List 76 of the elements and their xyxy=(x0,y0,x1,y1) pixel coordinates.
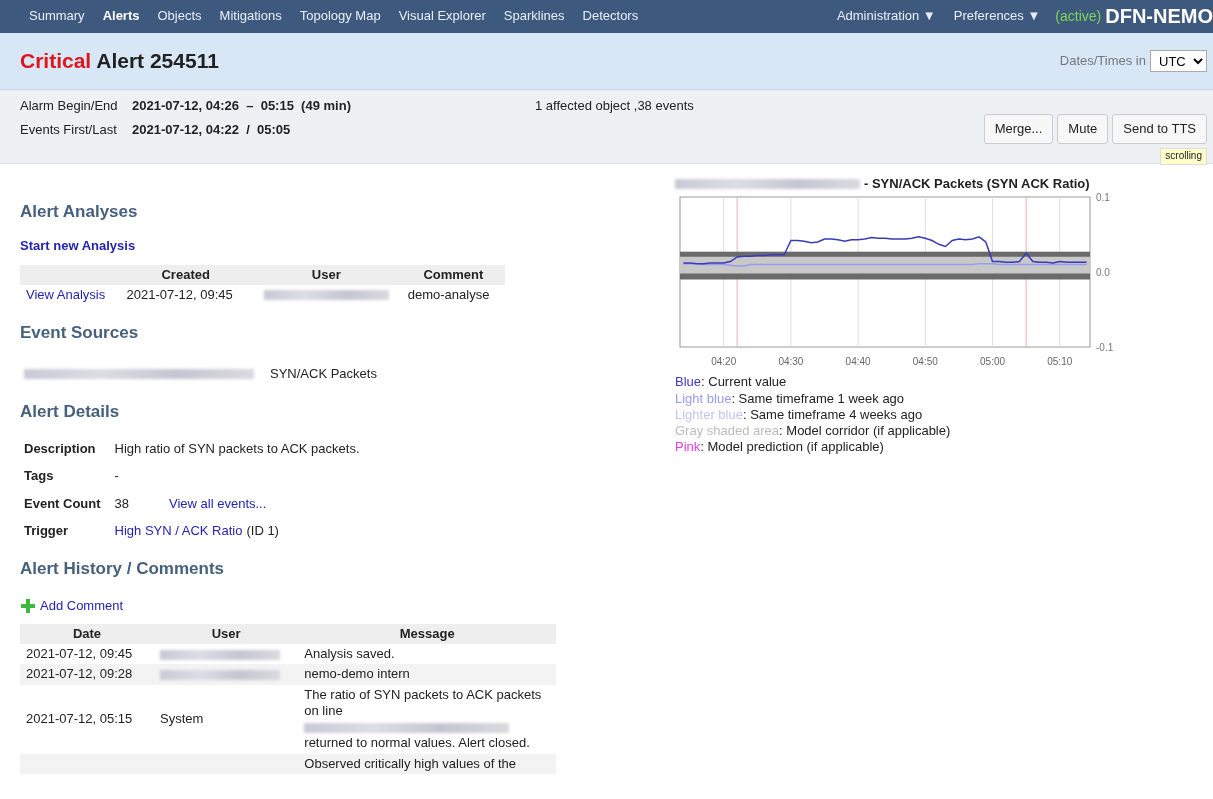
legend-text: : Model prediction (if applicable) xyxy=(700,439,884,455)
column-header: User xyxy=(211,625,241,641)
summary-text: 1 affected object ,38 events xyxy=(535,98,694,113)
field-label: Alarm Begin/End xyxy=(20,98,119,115)
axis-label: 0.1 xyxy=(1096,192,1110,204)
axis-label: 05:00 xyxy=(980,356,1006,368)
brand-logo: DFN-NEMO xyxy=(1105,4,1213,29)
field-value: 2021-07-12, 04:22 / 05:05 xyxy=(132,122,291,138)
table-cell: 2021-07-12, 09:28 xyxy=(20,664,154,685)
nav-menu[interactable]: Preferences ▼ xyxy=(944,8,1050,25)
section-heading: Event Sources xyxy=(20,323,140,344)
field-value: 38 xyxy=(114,495,130,512)
legend-text: : Current value xyxy=(701,374,787,390)
section-heading: Alert Analyses xyxy=(20,202,139,223)
nav-menu[interactable]: Administration ▼ xyxy=(827,8,945,25)
field-label: Event Count xyxy=(24,495,101,511)
action-button[interactable]: Send to TTS xyxy=(1112,114,1207,145)
field-label: Events First/Last xyxy=(20,122,118,139)
tooltip: scrolling xyxy=(1160,148,1207,165)
axis-label: 04:30 xyxy=(778,356,804,368)
legend-text: : Same timeframe 4 weeks ago xyxy=(742,406,923,422)
legend-text: : Model corridor (if applicable) xyxy=(779,423,951,438)
trigger-link[interactable]: High SYN / ACK Ratio xyxy=(114,522,243,540)
nav-tab[interactable]: Mitigations xyxy=(210,8,291,25)
field-label: Tags xyxy=(24,468,54,484)
message-text: The ratio of SYN packets to ACK packets on line xyxy=(304,686,543,720)
message-text: nemo-demo intern xyxy=(304,666,411,683)
message-text: Observed critically high values of the xyxy=(304,755,517,772)
nav-tab[interactable]: Objects xyxy=(148,8,211,25)
field-label: Description xyxy=(24,441,96,457)
axis-label: 05:10 xyxy=(1047,356,1073,368)
plus-icon xyxy=(20,597,36,614)
start-analysis-link[interactable]: Start new Analysis xyxy=(20,238,136,255)
nav-tab[interactable]: Topology Map xyxy=(290,8,390,25)
section-heading: Alert History / Comments xyxy=(20,559,226,580)
field-value: High ratio of SYN packets to ACK packets. xyxy=(114,441,360,458)
column-header: Comment xyxy=(423,266,484,282)
page-title: Critical Alert 254511 xyxy=(20,48,220,74)
timezone-select[interactable]: UTC xyxy=(1150,50,1207,72)
nav-tab[interactable]: Detectors xyxy=(573,8,648,25)
field-value: 2021-07-12, 04:26 – 05:15 (49 min) xyxy=(132,98,351,113)
axis-label: -0.1 xyxy=(1096,342,1114,354)
event-source-name: SYN/ACK Packets xyxy=(270,365,377,382)
legend-text: : Same timeframe 1 week ago xyxy=(731,390,905,406)
view-events-link[interactable]: View all events... xyxy=(169,495,267,512)
nav-tab[interactable]: Alerts xyxy=(93,8,149,25)
table-cell: 2021-07-12, 05:15 xyxy=(20,684,154,754)
add-comment-link[interactable]: Add Comment xyxy=(20,597,124,614)
timezone-label: Dates/Times in xyxy=(1059,52,1146,70)
nav-tab[interactable]: Sparklines xyxy=(494,8,574,25)
field-value: - xyxy=(114,468,119,485)
section-heading: Alert Details xyxy=(20,401,121,423)
action-button[interactable]: Mute xyxy=(1057,114,1109,145)
nav-tab[interactable]: Summary xyxy=(20,8,94,25)
status-text: (active) xyxy=(1055,7,1102,26)
nav-tab[interactable]: Visual Explorer xyxy=(389,8,495,25)
field-value: (ID 1) xyxy=(246,522,279,540)
column-header: Date xyxy=(72,625,102,641)
action-button[interactable]: Merge... xyxy=(983,114,1054,145)
axis-label: 0.0 xyxy=(1096,267,1110,279)
column-header: Created xyxy=(161,266,210,282)
message-text: Analysis saved. xyxy=(304,646,396,663)
column-header: User xyxy=(311,266,341,282)
table-cell: System xyxy=(154,684,299,754)
field-label: Trigger xyxy=(24,522,69,538)
chart-title: - SYN/ACK Packets (SYN ACK Ratio) xyxy=(864,176,1090,193)
table-cell: 2021-07-12, 09:45 xyxy=(126,286,233,302)
table-cell: demo-analyse xyxy=(407,286,490,302)
legend-key: Lighter blue xyxy=(675,406,743,422)
column-header: Message xyxy=(399,625,455,641)
axis-label: 04:20 xyxy=(711,356,737,368)
axis-label: 04:40 xyxy=(845,356,871,368)
view-analysis-link[interactable]: View Analysis xyxy=(26,286,106,302)
table-cell: 2021-07-12, 09:45 xyxy=(20,644,154,665)
axis-label: 04:50 xyxy=(912,356,938,368)
message-text: returned to normal values. Alert closed. xyxy=(304,735,531,752)
